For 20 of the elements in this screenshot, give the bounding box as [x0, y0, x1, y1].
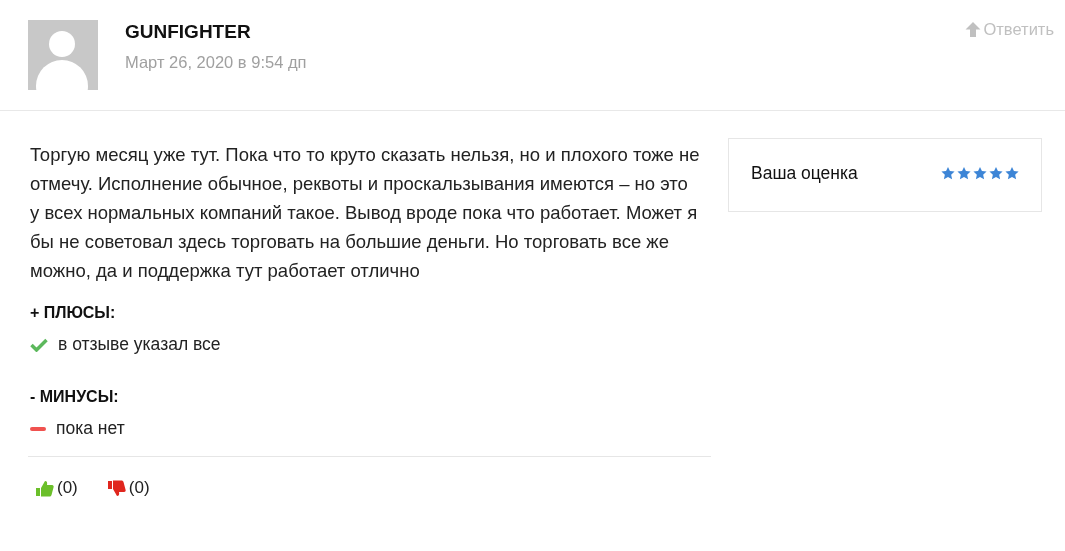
dislike-button[interactable]: (0)	[107, 478, 150, 498]
section-heading: + ПЛЮСЫ:	[30, 304, 117, 322]
star-icon	[957, 166, 971, 180]
list-item-text: пока нет	[56, 418, 125, 439]
star-icon	[941, 166, 955, 180]
check-icon	[30, 337, 48, 352]
minus-icon	[30, 426, 46, 431]
review-text: Торгую месяц уже тут. Пока что то круто сказать нельзя, но и плохого тоже не отмечу. Исполнение обычное, реквоты и проскальзывания имеются – но это у всех нормальных компаний такое. Вывод вроде пока что работает. Может я бы не советовал здесь торговать на большие деньги. Но торговать все же можно, да и поддержка тут работает отлично	[30, 143, 700, 283]
thumbs-up-icon	[36, 479, 54, 497]
star-icon	[1005, 166, 1019, 180]
star-icon	[973, 166, 987, 180]
arrow-up-icon	[965, 22, 982, 37]
section-heading: - МИНУСЫ:	[30, 388, 120, 406]
like-button[interactable]: (0)	[36, 478, 78, 498]
author-name: GUNFIGHTER	[125, 21, 252, 43]
comment-date: Март 26, 2020 в 9:54 дп	[125, 53, 307, 72]
star-icon	[989, 166, 1003, 180]
list-item-text: в отзыве указал все	[58, 334, 221, 355]
rating-label: Ваша оценка	[751, 162, 858, 184]
thumbs-down-icon	[107, 479, 126, 497]
